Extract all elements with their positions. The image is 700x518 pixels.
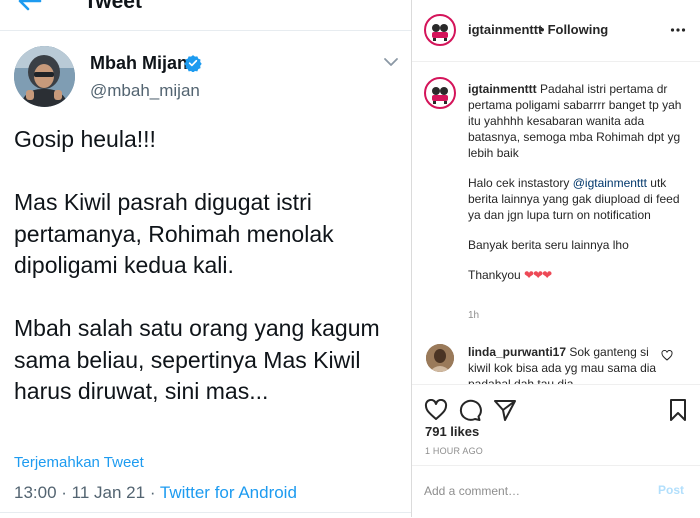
footer-divider — [0, 512, 411, 513]
following-label[interactable]: Following — [548, 22, 609, 37]
bookmark-icon[interactable] — [666, 399, 690, 421]
tweet-date[interactable]: 11 Jan 21 — [72, 483, 145, 502]
tweet-paragraph: Mbah salah satu orang yang kagum sama be… — [14, 315, 380, 404]
caption-paragraph: Banyak berita seru lainnya lho — [468, 238, 629, 252]
commenter-avatar[interactable] — [426, 344, 454, 372]
tweet-header: Tweet — [0, 0, 411, 14]
author-handle[interactable]: @mbah_mijan — [90, 81, 200, 101]
commenter-username[interactable]: linda_purwanti17 — [468, 345, 566, 359]
tweet-paragraph: Gosip heula!!! — [14, 126, 156, 152]
post-caption: igtainmenttt Padahal istri pertama dr pe… — [468, 81, 690, 297]
tweet-paragraph: Mas Kiwil pasrah digugat istri pertamany… — [14, 189, 334, 278]
comment-bubble-icon[interactable] — [458, 399, 482, 421]
author-avatar[interactable] — [14, 46, 75, 107]
likes-count[interactable]: 791 likes — [425, 424, 479, 439]
tweet-text: Gosip heula!!! Mas Kiwil pasrah digugat … — [14, 124, 404, 439]
comment-input[interactable] — [424, 481, 644, 501]
profile-username[interactable]: igtainmenttt — [468, 22, 542, 37]
caption-avatar[interactable] — [424, 77, 456, 109]
verified-badge-icon — [184, 55, 202, 72]
instagram-panel: igtainmenttt • Following igtainmenttt Pad… — [411, 0, 700, 517]
profile-avatar[interactable] — [424, 14, 456, 46]
page-title: Tweet — [84, 0, 142, 13]
caption-text: Halo cek instastory — [468, 176, 573, 190]
share-send-icon[interactable] — [493, 399, 517, 421]
back-arrow-icon[interactable] — [16, 0, 42, 12]
more-options-icon[interactable] — [670, 22, 686, 38]
header-divider — [0, 30, 411, 31]
post-header: igtainmenttt • Following — [412, 0, 700, 62]
caption-paragraph: igtainmenttt Padahal istri pertama dr pe… — [468, 81, 690, 161]
caption-timestamp[interactable]: 1h — [468, 310, 479, 321]
caption-paragraph: Halo cek instastory @igtainmenttt utk be… — [468, 175, 690, 223]
post-comment-button[interactable]: Post — [658, 483, 684, 497]
comment-like-heart-icon[interactable] — [661, 350, 673, 361]
follow-status[interactable]: • Following — [540, 22, 608, 37]
chevron-down-icon[interactable] — [383, 56, 399, 68]
comment-text: linda_purwanti17 Sok ganteng si kiwil ko… — [468, 344, 668, 384]
author-name[interactable]: Mbah Mijan — [90, 53, 188, 74]
add-comment-bar: Post — [412, 465, 700, 518]
meta-separator: · — [61, 483, 72, 502]
heart-emoji-icon: ❤❤❤ — [524, 268, 552, 282]
tweet-source-link[interactable]: Twitter for Android — [160, 483, 297, 502]
meta-separator: · — [149, 483, 160, 502]
translate-tweet-link[interactable]: Terjemahkan Tweet — [14, 454, 144, 471]
caption-paragraph: Thankyou ❤❤❤ — [468, 267, 690, 283]
like-heart-icon[interactable] — [424, 399, 448, 421]
post-time[interactable]: 1 HOUR AGO — [425, 446, 483, 456]
caption-text: Thankyou — [468, 268, 521, 282]
dot-separator: • — [540, 22, 545, 37]
tweet-meta: 13:00 · 11 Jan 21 · Twitter for Android — [14, 483, 297, 503]
tweet-time[interactable]: 13:00 — [14, 483, 57, 502]
mention-link[interactable]: @igtainmenttt — [573, 176, 647, 190]
caption-username[interactable]: igtainmenttt — [468, 82, 537, 96]
tweet-panel: Tweet Mbah Mijan @mbah_mijan Gosip heula… — [0, 0, 411, 517]
